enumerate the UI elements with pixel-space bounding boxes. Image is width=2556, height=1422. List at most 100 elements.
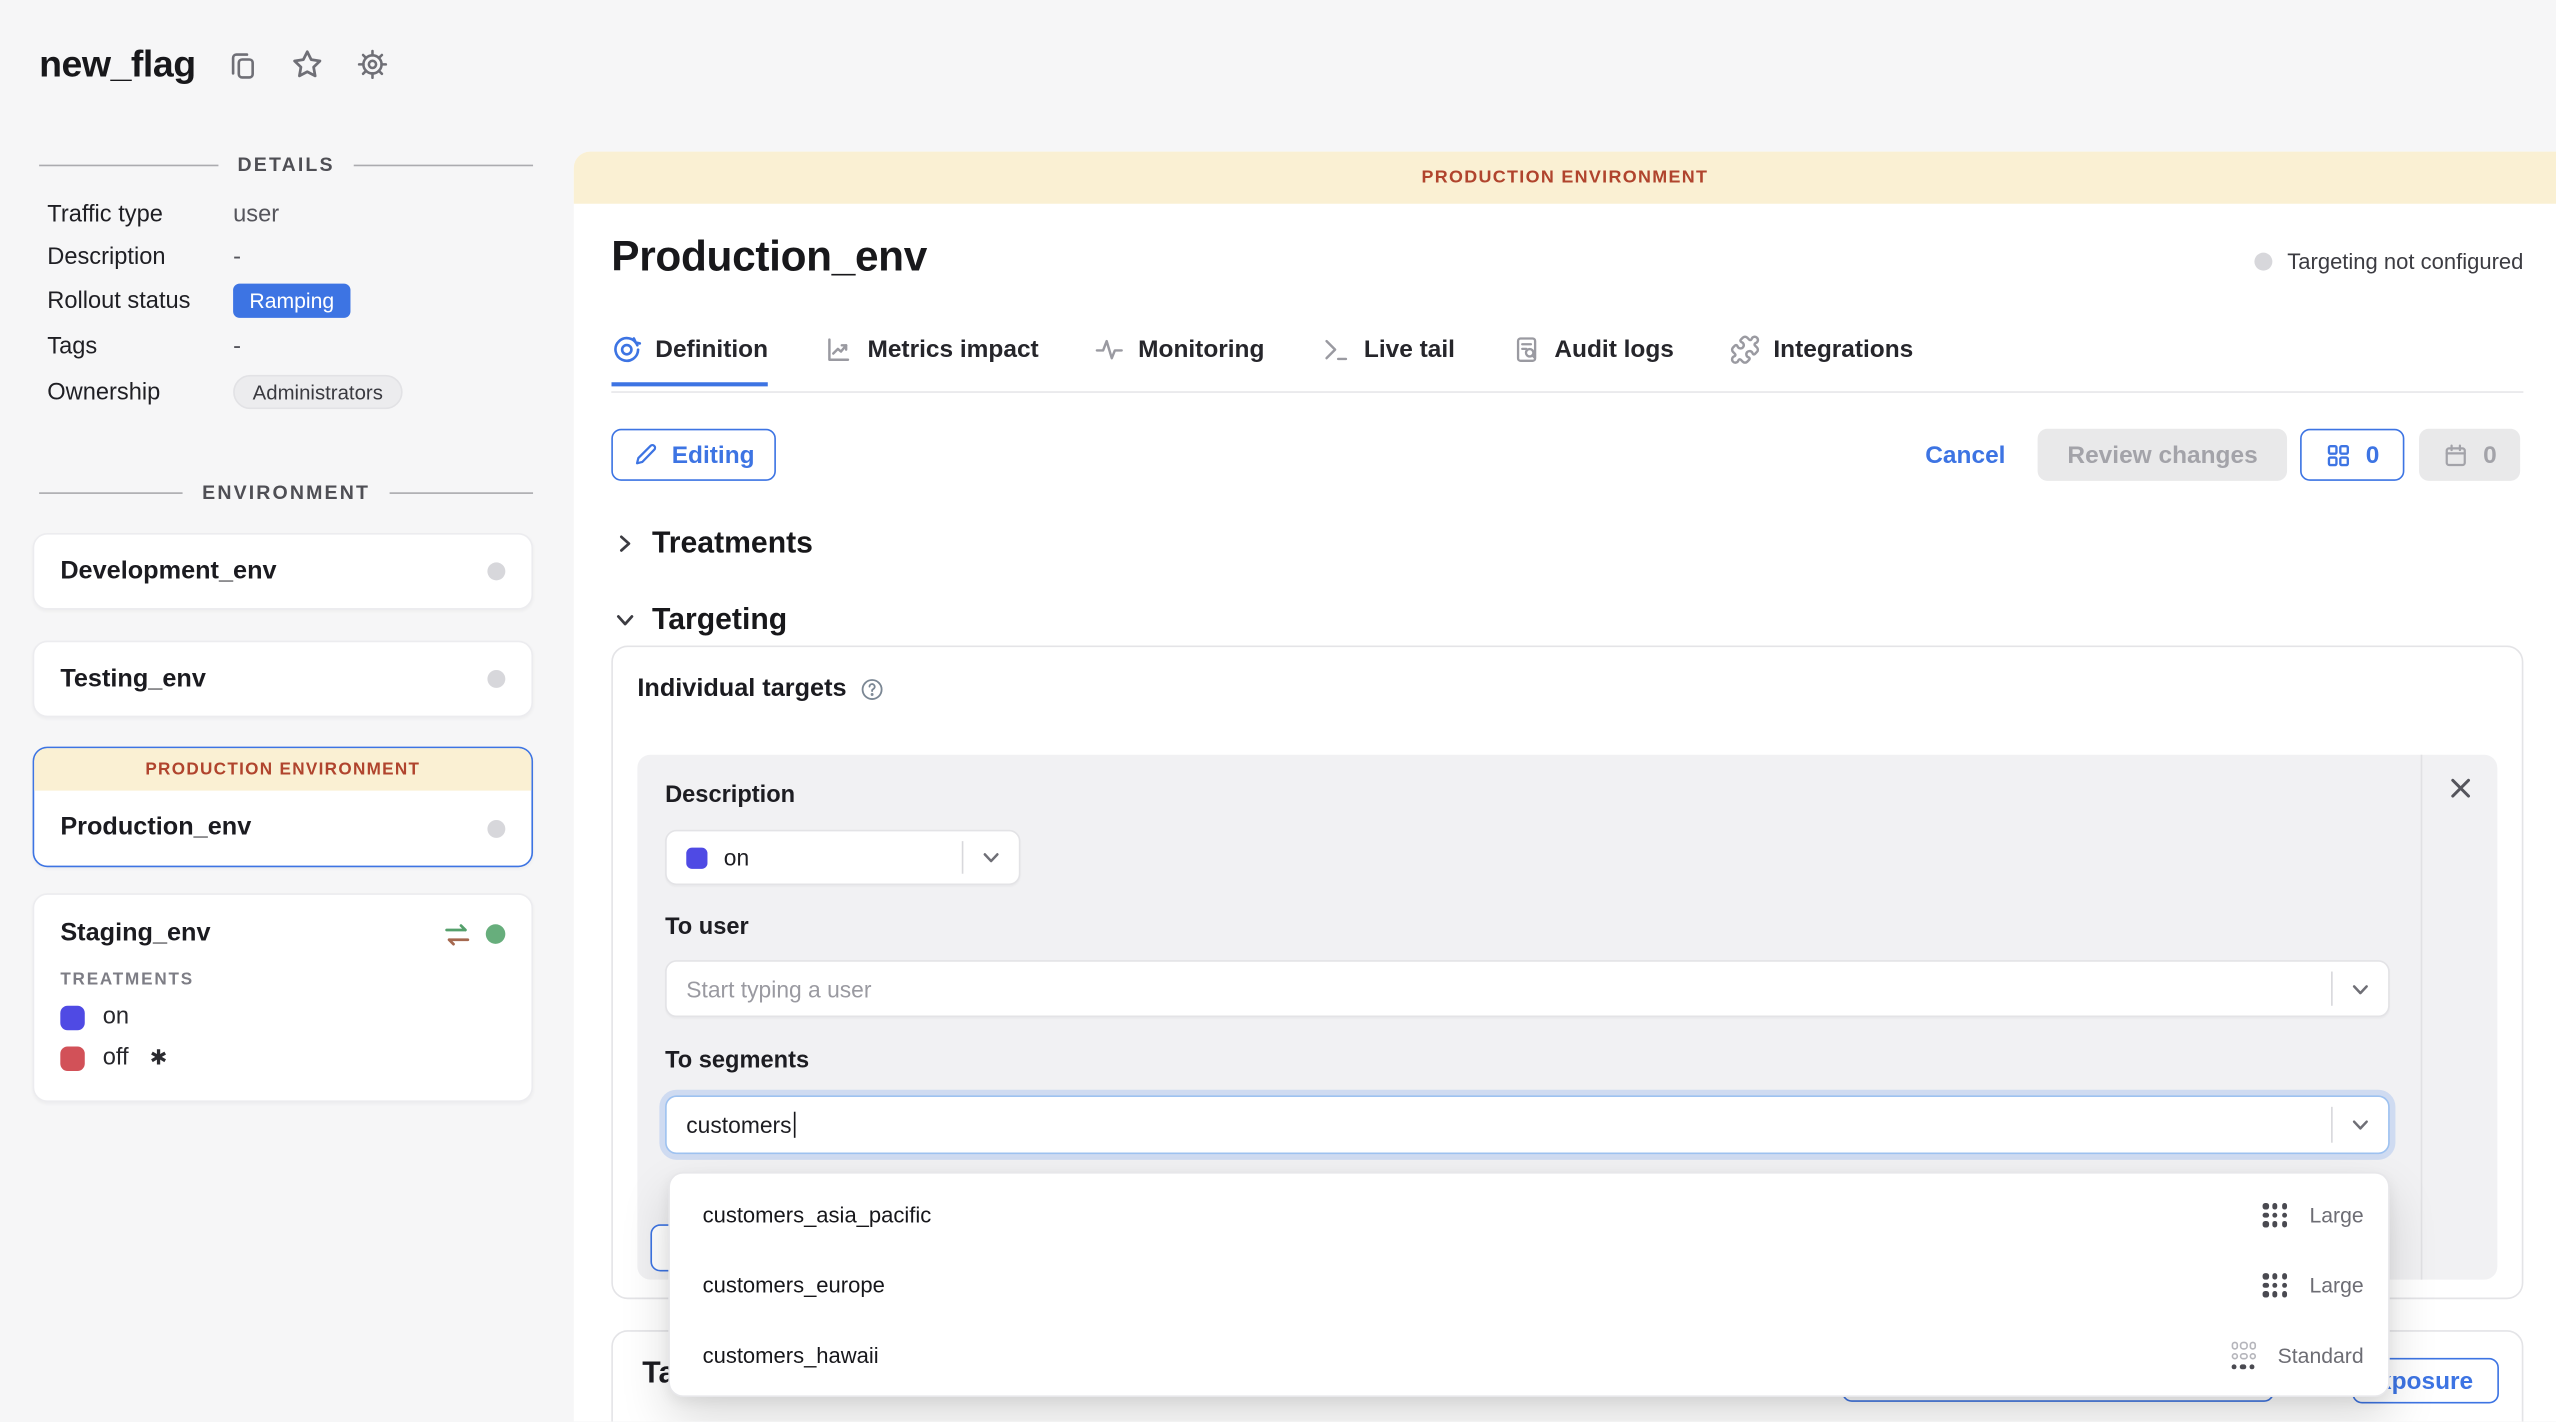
treatments-section-header[interactable]: Treatments bbox=[615, 525, 813, 561]
env-status-dot-green bbox=[486, 924, 506, 944]
env-card-testing[interactable]: Testing_env bbox=[33, 641, 533, 718]
cancel-button[interactable]: Cancel bbox=[1925, 441, 2005, 469]
segment-option[interactable]: customers_hawaii Standard bbox=[670, 1320, 2388, 1390]
env-name-staging: Staging_env bbox=[60, 919, 210, 948]
toolbar-right: Cancel Review changes 0 0 bbox=[1925, 429, 2520, 481]
tab-metrics-impact[interactable]: Metrics impact bbox=[823, 334, 1038, 386]
detail-row-description: Description - bbox=[47, 245, 536, 271]
scheduled-count-button[interactable]: 0 bbox=[2419, 429, 2520, 481]
env-card-production[interactable]: PRODUCTION ENVIRONMENT Production_env bbox=[33, 747, 533, 868]
tab-integrations[interactable]: Integrations bbox=[1729, 334, 1913, 386]
help-icon[interactable] bbox=[860, 676, 886, 702]
audit-logs-icon bbox=[1510, 334, 1541, 365]
gear-icon[interactable] bbox=[355, 47, 389, 81]
tab-definition[interactable]: Definition bbox=[611, 334, 768, 386]
traffic-type-label: Traffic type bbox=[47, 202, 233, 228]
to-user-label: To user bbox=[665, 914, 749, 940]
flag-header: new_flag bbox=[39, 42, 389, 86]
targeting-section-label: Targeting bbox=[652, 602, 787, 638]
segment-option[interactable]: customers_asia_pacific Large bbox=[670, 1180, 2388, 1250]
status-dot-gray bbox=[2255, 253, 2273, 271]
calendar-icon bbox=[2442, 441, 2470, 469]
segment-size-label: Large bbox=[2309, 1273, 2363, 1297]
segment-name: customers_asia_pacific bbox=[703, 1203, 932, 1227]
to-user-placeholder: Start typing a user bbox=[667, 976, 2331, 1002]
definition-icon bbox=[611, 334, 642, 365]
treatment-select-value: on bbox=[724, 844, 962, 870]
detail-row-traffic-type: Traffic type user bbox=[47, 202, 536, 228]
treatment-row-on: on bbox=[34, 989, 531, 1030]
tags-value: - bbox=[233, 334, 241, 360]
text-caret bbox=[793, 1112, 795, 1138]
editing-button[interactable]: Editing bbox=[611, 429, 776, 481]
segments-dropdown: customers_asia_pacific Large customers_e… bbox=[668, 1172, 2389, 1397]
tab-live-tail[interactable]: Live tail bbox=[1320, 334, 1455, 386]
grid-icon bbox=[2325, 441, 2353, 469]
details-divider: DETAILS bbox=[39, 153, 533, 176]
individual-targets-header: Individual targets bbox=[637, 675, 885, 704]
review-changes-button[interactable]: Review changes bbox=[2038, 429, 2287, 481]
env-name-development: Development_env bbox=[60, 557, 276, 586]
targeting-status-text: Targeting not configured bbox=[2287, 249, 2523, 273]
card-side-column bbox=[2421, 755, 2498, 1280]
swap-arrows-icon bbox=[443, 922, 471, 946]
detail-row-ownership: Ownership Administrators bbox=[47, 375, 536, 409]
segment-name: customers_europe bbox=[703, 1273, 885, 1297]
description-label: Description bbox=[47, 245, 233, 271]
env-status-dot-gray bbox=[487, 819, 505, 837]
to-segments-input[interactable]: customers bbox=[665, 1095, 2390, 1154]
star-icon[interactable] bbox=[290, 47, 324, 81]
live-tail-icon bbox=[1320, 334, 1351, 365]
segment-option[interactable]: customers_europe Large bbox=[670, 1250, 2388, 1320]
chevron-down-icon bbox=[2333, 1115, 2388, 1135]
changes-count: 0 bbox=[2366, 441, 2380, 469]
tab-live-tail-label: Live tail bbox=[1364, 336, 1455, 364]
rollout-status-badge: Ramping bbox=[233, 284, 350, 318]
treatment-on-swatch bbox=[60, 1005, 84, 1029]
treatments-section-label: Treatments bbox=[652, 525, 813, 561]
treatment-color-swatch bbox=[686, 847, 707, 868]
metrics-impact-icon bbox=[823, 334, 854, 365]
detail-row-rollout-status: Rollout status Ramping bbox=[47, 284, 536, 318]
individual-targets-heading: Individual targets bbox=[637, 675, 846, 704]
tab-monitoring-label: Monitoring bbox=[1138, 336, 1264, 364]
app-root: new_flag DETAILS Traffic type user Descr… bbox=[0, 0, 2556, 1421]
copy-icon[interactable] bbox=[227, 48, 260, 81]
treatment-select[interactable]: on bbox=[665, 830, 1020, 885]
to-user-input[interactable]: Start typing a user bbox=[665, 960, 2390, 1017]
treatment-on-label: on bbox=[103, 1004, 129, 1030]
scheduled-count: 0 bbox=[2483, 441, 2497, 469]
tab-metrics-impact-label: Metrics impact bbox=[867, 336, 1038, 364]
chevron-down-icon bbox=[963, 848, 1018, 868]
targeting-section-header[interactable]: Targeting bbox=[615, 602, 788, 638]
chevron-down-icon bbox=[615, 609, 636, 630]
tab-monitoring[interactable]: Monitoring bbox=[1094, 334, 1264, 386]
tab-definition-label: Definition bbox=[655, 336, 768, 364]
detail-row-tags: Tags - bbox=[47, 334, 536, 360]
segment-size-icon bbox=[2263, 1204, 2286, 1227]
chevron-right-icon bbox=[615, 532, 636, 553]
treatment-off-label: off bbox=[103, 1045, 129, 1071]
env-name-production: Production_env bbox=[60, 813, 251, 842]
tab-audit-logs-label: Audit logs bbox=[1554, 336, 1674, 364]
env-card-staging[interactable]: Staging_env TREATMENTS on off ✱ bbox=[33, 893, 533, 1102]
changes-count-button[interactable]: 0 bbox=[2300, 429, 2404, 481]
ownership-label: Ownership bbox=[47, 379, 233, 405]
tab-divider bbox=[611, 391, 2523, 393]
ownership-chip[interactable]: Administrators bbox=[233, 375, 402, 409]
rollout-status-label: Rollout status bbox=[47, 288, 233, 314]
close-icon[interactable] bbox=[2448, 776, 2472, 1280]
segment-size-label: Standard bbox=[2278, 1343, 2364, 1367]
editing-label: Editing bbox=[672, 441, 755, 469]
tab-audit-logs[interactable]: Audit logs bbox=[1510, 334, 1674, 386]
details-heading: DETAILS bbox=[238, 153, 335, 176]
env-card-development[interactable]: Development_env bbox=[33, 533, 533, 610]
segment-name: customers_hawaii bbox=[703, 1343, 879, 1367]
production-environment-banner-main: PRODUCTION ENVIRONMENT bbox=[574, 152, 2556, 204]
treatments-heading: TREATMENTS bbox=[34, 949, 531, 990]
page-title: Production_env bbox=[611, 231, 927, 282]
production-environment-banner: PRODUCTION ENVIRONMENT bbox=[34, 748, 531, 790]
flag-name: new_flag bbox=[39, 42, 196, 86]
pencil-icon bbox=[633, 442, 659, 468]
tags-label: Tags bbox=[47, 334, 233, 360]
